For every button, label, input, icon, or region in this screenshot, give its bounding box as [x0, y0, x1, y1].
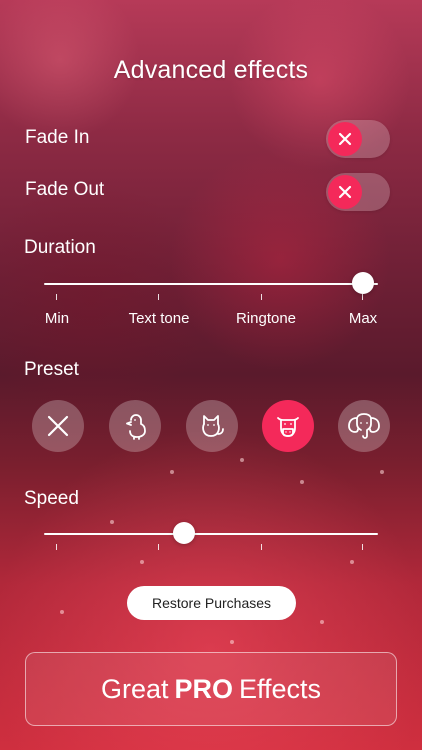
duration-tick-label-text-tone: Text tone	[128, 310, 190, 327]
speed-slider-track	[44, 533, 378, 535]
duration-tick	[261, 294, 262, 300]
close-icon	[338, 185, 352, 199]
page-title: Advanced effects	[113, 56, 309, 84]
speed-tick	[158, 544, 159, 550]
speed-tick	[261, 544, 262, 550]
speed-slider-thumb[interactable]	[173, 522, 196, 544]
preset-chick-button[interactable]	[109, 400, 161, 452]
chick-icon	[126, 414, 146, 440]
fade-in-toggle[interactable]	[326, 120, 390, 158]
close-icon	[338, 132, 352, 146]
preset-label: Preset	[24, 359, 79, 380]
restore-purchases-button[interactable]: Restore Purchases	[127, 586, 296, 620]
elephant-icon	[348, 413, 380, 439]
speed-tick	[362, 544, 363, 550]
none-x-icon	[47, 415, 69, 437]
preset-cat-button[interactable]	[186, 400, 238, 452]
duration-label: Duration	[24, 237, 96, 258]
duration-slider-thumb[interactable]	[352, 272, 374, 294]
fade-in-knob	[328, 122, 362, 156]
speed-label: Speed	[24, 488, 79, 509]
pro-suffix: Effects	[239, 673, 322, 704]
fade-out-label: Fade Out	[25, 179, 105, 200]
cat-icon	[202, 415, 224, 437]
duration-tick	[158, 294, 159, 300]
duration-tick-label-ringtone: Ringtone	[235, 310, 297, 327]
duration-tick	[56, 294, 57, 300]
fade-out-knob	[328, 175, 362, 209]
preset-none-button[interactable]	[32, 400, 84, 452]
preset-elephant-button[interactable]	[338, 400, 390, 452]
duration-slider-track	[44, 283, 378, 285]
fade-in-label: Fade In	[25, 127, 90, 148]
pro-effects-button[interactable]: Great PRO Effects	[25, 652, 397, 726]
duration-tick-label-min: Min	[44, 310, 70, 327]
duration-tick-label-max: Max	[348, 310, 378, 327]
speed-tick	[56, 544, 57, 550]
pro-prefix: Great	[100, 673, 169, 704]
duration-tick	[362, 294, 363, 300]
cow-icon	[277, 417, 299, 437]
preset-cow-button[interactable]	[262, 400, 314, 452]
fade-out-toggle[interactable]	[326, 173, 390, 211]
pro-bold-label: PRO	[174, 673, 233, 704]
